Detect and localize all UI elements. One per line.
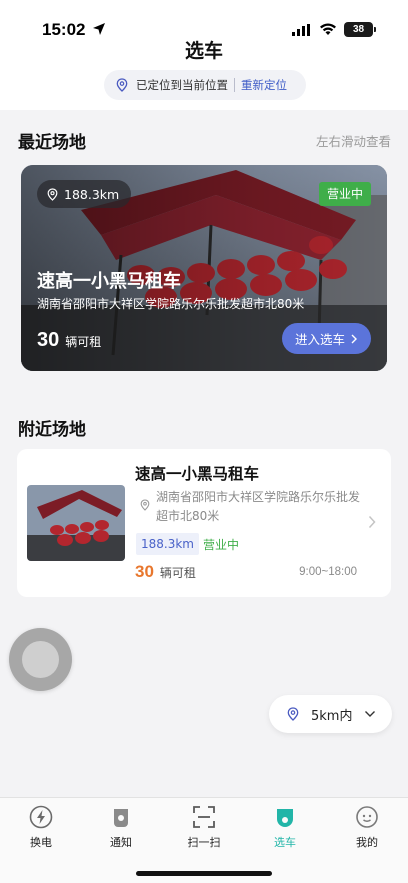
location-pin-icon xyxy=(287,707,299,721)
location-pill: 已定位到当前位置 重新定位 xyxy=(104,70,306,100)
location-arrow-icon xyxy=(93,23,105,35)
location-pin-icon xyxy=(116,78,128,92)
lightning-icon xyxy=(29,805,53,829)
nearby-section-title: 附近场地 xyxy=(18,420,86,440)
enter-select-button[interactable]: 进入选车 xyxy=(282,323,371,354)
site-address: 湖南省邵阳市大祥区学院路乐尔乐批发超市北80米 xyxy=(37,297,305,311)
tab-label: 扫一扫 xyxy=(187,836,221,849)
site-name: 速高一小黑马租车 xyxy=(135,465,260,483)
tab-label: 选车 xyxy=(274,836,296,849)
available-number: 30 xyxy=(135,562,154,581)
tab-profile[interactable]: 我的 xyxy=(337,805,397,850)
available-unit: 辆可租 xyxy=(159,566,196,580)
page-title: 选车 xyxy=(184,40,223,62)
nearby-site-card[interactable]: 速高一小黑马租车 湖南省邵阳市大祥区学院路乐尔乐批发超市北80米 188.3km… xyxy=(17,449,391,597)
site-thumbnail xyxy=(27,485,125,561)
range-selector[interactable]: 5km内 xyxy=(269,695,392,733)
top-header-area: 15:02 38 选车 已定位到当前位置 重新定位 xyxy=(0,0,408,110)
tab-swap-battery[interactable]: 换电 xyxy=(11,805,71,850)
available-number: 30 xyxy=(37,329,60,351)
recent-section-title: 最近场地 xyxy=(18,133,86,153)
location-pin-icon xyxy=(47,187,58,201)
chevron-down-icon xyxy=(365,711,376,717)
available-count: 30 辆可租 xyxy=(135,562,196,582)
divider xyxy=(234,78,235,92)
available-count: 30 辆可租 xyxy=(37,329,101,352)
bell-icon xyxy=(114,809,128,827)
tab-scan[interactable]: 扫一扫 xyxy=(174,805,234,850)
battery-tip xyxy=(374,27,376,32)
open-status-text: 营业中 xyxy=(203,538,240,552)
distance-tag: 188.3km xyxy=(136,533,199,555)
relocate-button[interactable]: 重新定位 xyxy=(241,77,287,93)
business-hours: 9:00~18:00 xyxy=(299,566,357,578)
scan-icon xyxy=(193,806,215,828)
distance-chip: 188.3km xyxy=(37,180,132,208)
home-indicator xyxy=(136,871,272,876)
featured-site-card[interactable]: 188.3km 营业中 速高一小黑马租车 湖南省邵阳市大祥区学院路乐尔乐批发超市… xyxy=(21,165,387,371)
location-status-text: 已定位到当前位置 xyxy=(136,78,228,92)
tab-label: 通知 xyxy=(110,836,132,849)
floating-button-inner xyxy=(22,641,59,678)
chevron-right-icon xyxy=(368,515,376,529)
wifi-icon xyxy=(320,23,336,35)
floating-assistive-button[interactable] xyxy=(9,628,72,691)
enter-select-label: 进入选车 xyxy=(294,332,345,347)
cellular-signal-icon xyxy=(292,24,310,36)
swipe-hint: 左右滑动查看 xyxy=(315,134,391,149)
tab-label: 我的 xyxy=(356,836,378,849)
range-value: 5km内 xyxy=(311,708,353,724)
tab-label: 换电 xyxy=(30,836,52,849)
site-name: 速高一小黑马租车 xyxy=(37,271,181,292)
chevron-right-icon xyxy=(351,334,357,343)
scooter-icon xyxy=(277,809,293,827)
location-pin-icon xyxy=(140,499,150,511)
distance-text: 188.3km xyxy=(64,186,120,202)
tab-select-vehicle[interactable]: 选车 xyxy=(255,805,315,850)
tab-notifications[interactable]: 通知 xyxy=(91,805,151,850)
profile-icon xyxy=(356,806,378,828)
available-unit: 辆可租 xyxy=(65,335,102,349)
site-address: 湖南省邵阳市大祥区学院路乐尔乐批发超市北80米 xyxy=(156,490,361,523)
open-status-badge: 营业中 xyxy=(318,182,371,206)
battery-icon: 38 xyxy=(344,22,373,37)
